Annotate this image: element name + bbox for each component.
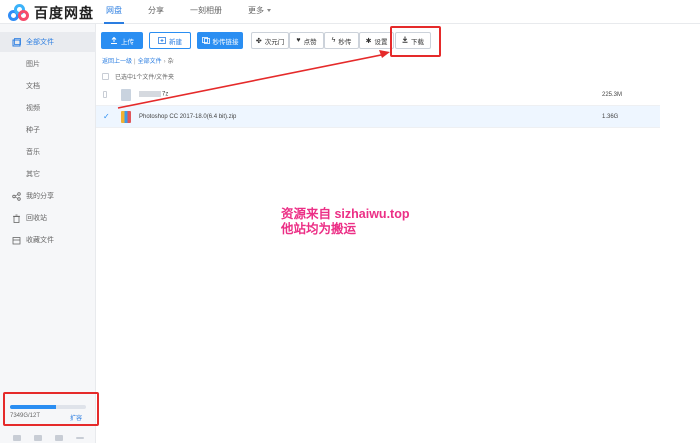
sidebar-item-torrents[interactable]: 种子 xyxy=(0,120,96,140)
sidebar-item-my-shares[interactable]: 我的分享 xyxy=(0,186,96,206)
sidebar-item-label: 音乐 xyxy=(26,149,40,156)
quick-link-button[interactable]: 秒传链接 xyxy=(197,32,243,49)
file-row[interactable]: 7z 225.3M xyxy=(96,84,660,106)
sidebar-item-music[interactable]: 音乐 xyxy=(0,142,96,162)
trash-icon xyxy=(11,213,21,223)
redacted-filename-blur xyxy=(139,91,161,98)
link-icon xyxy=(201,37,210,44)
like-button[interactable]: ♥ 点赞 xyxy=(289,32,324,49)
file-row[interactable]: ✓ Photoshop CC 2017-18.0(6.4 bit).zip 1.… xyxy=(96,106,660,128)
watermark-line-2: 他站均为搬运 xyxy=(281,222,357,236)
quick-link-label: 秒传链接 xyxy=(212,38,239,46)
sidebar-item-label: 其它 xyxy=(26,171,40,178)
miaochuan-label: 秒传 xyxy=(338,38,352,46)
like-label: 点赞 xyxy=(303,38,317,46)
new-folder-icon xyxy=(158,37,166,44)
app-logo[interactable]: 百度网盘 xyxy=(8,3,94,23)
sidebar-item-all-files[interactable]: 全部文件 xyxy=(0,32,96,52)
sidebar-item-label: 文档 xyxy=(26,83,40,90)
ciyuanmen-label: 次元门 xyxy=(264,38,285,46)
file-name[interactable]: 7z xyxy=(139,91,439,98)
lightning-icon: ϟ xyxy=(331,37,336,44)
archive-cloud-icon xyxy=(121,88,131,101)
new-folder-button[interactable]: 新建 xyxy=(149,32,191,49)
zip-icon xyxy=(121,110,131,123)
sidebar-item-label: 种子 xyxy=(26,127,40,134)
selection-info-text: 已选中1个文件/文件夹 xyxy=(115,75,175,81)
sidebar-item-label: 视频 xyxy=(26,105,40,112)
breadcrumb-back-link[interactable]: 返回上一级 xyxy=(102,59,132,65)
checked-checkbox-icon[interactable]: ✓ xyxy=(103,112,110,121)
sidebar-item-label: 图片 xyxy=(26,61,40,68)
app-name: 百度网盘 xyxy=(34,5,94,21)
nav-share[interactable]: 分享 xyxy=(146,0,166,24)
watermark-line-1: 资源来自 sizhaiwu.top xyxy=(281,207,410,221)
select-all-checkbox[interactable] xyxy=(102,73,109,80)
gear-icon: ✱ xyxy=(365,37,372,45)
sidebar-item-collections[interactable]: 收藏文件 xyxy=(0,230,96,250)
file-size: 225.3M xyxy=(602,92,623,98)
upload-button[interactable]: 上传 xyxy=(101,32,143,49)
upload-label: 上传 xyxy=(121,38,134,46)
file-name[interactable]: Photoshop CC 2017-18.0(6.4 bit).zip xyxy=(139,114,439,120)
miaochuan-button[interactable]: ϟ 秒传 xyxy=(324,32,359,49)
sidebar-item-images[interactable]: 图片 xyxy=(0,54,96,74)
folder-icon xyxy=(11,37,21,47)
heart-icon: ♥ xyxy=(296,37,301,44)
watermark-text: 资源来自 sizhaiwu.top 他站均为搬运 xyxy=(281,207,409,237)
upload-icon xyxy=(110,36,118,44)
share-icon xyxy=(11,191,21,201)
ciyuanmen-button[interactable]: ✤ 次元门 xyxy=(251,32,289,49)
baidu-netdisk-logo-icon xyxy=(8,4,30,22)
tools-icon[interactable] xyxy=(54,434,63,441)
sidebar-item-label: 我的分享 xyxy=(26,193,54,200)
sidebar-item-docs[interactable]: 文档 xyxy=(0,76,96,96)
main-nav: 网盘 分享 一刻相册 更多 xyxy=(104,0,295,24)
file-size: 1.36G xyxy=(602,114,619,120)
sidebar: 全部文件 图片 文档 视频 种子 音乐 其它 我的分享 回收站 收藏文件 734… xyxy=(0,24,96,443)
settings-label: 设置 xyxy=(374,38,388,46)
breadcrumb: 返回上一级 | 全部文件 › 杂 xyxy=(102,59,174,65)
selection-header: 已选中1个文件/文件夹 xyxy=(102,72,174,81)
paw-icon: ✤ xyxy=(255,37,262,45)
nav-album[interactable]: 一刻相册 xyxy=(188,0,224,24)
sidebar-item-recycle-bin[interactable]: 回收站 xyxy=(0,208,96,228)
new-folder-label: 新建 xyxy=(169,38,182,46)
sidebar-bottom-tools xyxy=(0,432,96,443)
chevron-down-icon xyxy=(267,9,271,13)
message-icon[interactable] xyxy=(33,434,42,441)
top-bar: 百度网盘 网盘 分享 一刻相册 更多 xyxy=(0,0,700,24)
annotation-box-download xyxy=(390,26,441,57)
settings-button[interactable]: ✱ 设置 xyxy=(359,32,394,49)
nav-netdisk[interactable]: 网盘 xyxy=(104,0,124,24)
transfer-icon[interactable] xyxy=(12,434,21,441)
sidebar-item-label: 收藏文件 xyxy=(26,237,54,244)
sidebar-item-label: 回收站 xyxy=(26,215,47,222)
breadcrumb-current: 杂 xyxy=(167,59,174,65)
collection-icon xyxy=(11,235,21,245)
annotation-box-quota xyxy=(3,392,99,426)
sidebar-item-others[interactable]: 其它 xyxy=(0,164,96,184)
sidebar-item-label: 全部文件 xyxy=(26,39,54,46)
more-dots-icon[interactable] xyxy=(75,436,84,439)
sidebar-item-videos[interactable]: 视频 xyxy=(0,98,96,118)
breadcrumb-all-files-link[interactable]: 全部文件 xyxy=(138,59,162,65)
row-checkbox[interactable] xyxy=(103,91,107,98)
nav-more[interactable]: 更多 xyxy=(246,0,273,24)
